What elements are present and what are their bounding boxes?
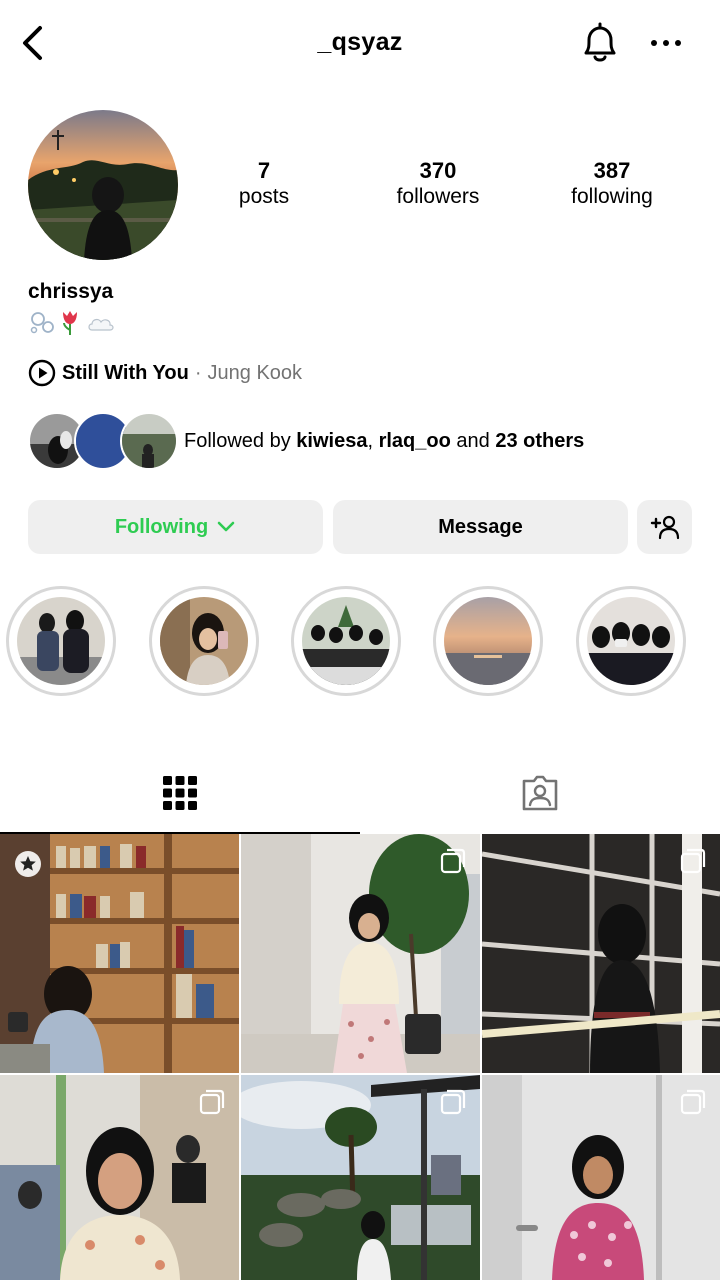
story-highlight[interactable] <box>576 586 686 696</box>
post-thumbnail[interactable] <box>241 1075 480 1280</box>
grid-icon <box>163 776 197 810</box>
profile-tabs <box>0 752 720 834</box>
pinned-icon <box>15 851 41 877</box>
tab-posts-grid[interactable] <box>0 752 360 834</box>
mutual-avatars <box>28 412 178 470</box>
followed-by-prefix: Followed by <box>184 429 291 452</box>
posts-count: 7 <box>257 158 271 183</box>
multiple-photos-icon <box>440 848 466 874</box>
story-highlight[interactable] <box>6 586 116 696</box>
song-title: Still With You <box>62 361 189 384</box>
song-separator: · <box>194 361 202 384</box>
mutual-followers[interactable]: Followed by kiwiesa, rlaq_oo and 23 othe… <box>28 412 708 470</box>
story-highlight[interactable] <box>433 586 543 696</box>
post-thumbnail[interactable] <box>482 834 720 1073</box>
post-thumbnail[interactable] <box>241 834 480 1073</box>
mutual-avatar <box>120 412 178 470</box>
multiple-photos-icon <box>199 1089 225 1115</box>
tagged-person-icon <box>522 775 558 811</box>
play-circle-icon <box>28 359 56 387</box>
followers-label: followers <box>396 185 480 208</box>
followers-stat[interactable]: 370 followers <box>368 158 508 210</box>
tulip-icon <box>63 311 77 335</box>
more-horizontal-icon <box>651 40 681 46</box>
display-name: chrissya <box>28 280 114 303</box>
multiple-photos-icon <box>680 1089 706 1115</box>
cloud-icon <box>88 318 114 331</box>
posts-grid <box>0 834 720 1280</box>
story-highlight[interactable] <box>149 586 259 696</box>
story-highlight[interactable] <box>291 586 401 696</box>
followed-by-and: and <box>456 429 490 452</box>
message-button[interactable]: Message <box>333 500 628 554</box>
followed-by-text: Followed by kiwiesa, rlaq_oo and 23 othe… <box>184 430 584 453</box>
following-label: following <box>571 185 653 208</box>
post-thumbnail[interactable] <box>0 834 239 1073</box>
following-count: 387 <box>593 158 631 183</box>
chevron-down-icon <box>217 521 235 532</box>
profile-avatar[interactable] <box>28 110 178 260</box>
following-button[interactable]: Following <box>28 500 323 554</box>
posts-stat[interactable]: 7 posts <box>194 158 334 210</box>
multiple-photos-icon <box>680 848 706 874</box>
notifications-button[interactable] <box>578 20 622 66</box>
bubbles-icon <box>30 312 54 334</box>
profile-music[interactable]: Still With You · Jung Kook <box>28 358 302 388</box>
song-artist: Jung Kook <box>207 361 303 384</box>
bell-icon <box>584 22 616 62</box>
followers-count: 370 <box>419 158 457 183</box>
multiple-photos-icon <box>440 1089 466 1115</box>
top-bar: _qsyaz <box>0 0 720 88</box>
mutual-others[interactable]: 23 others <box>495 430 584 452</box>
suggest-people-button[interactable] <box>637 500 692 554</box>
following-stat[interactable]: 387 following <box>542 158 682 210</box>
mutual-user-2[interactable]: rlaq_oo <box>379 430 451 452</box>
post-thumbnail[interactable] <box>0 1075 239 1280</box>
followed-by-comma: , <box>367 429 374 452</box>
bio <box>28 308 128 336</box>
tab-tagged[interactable] <box>360 752 720 834</box>
message-button-label: Message <box>438 515 523 538</box>
following-button-label: Following <box>114 515 209 538</box>
post-thumbnail[interactable] <box>482 1075 720 1280</box>
add-person-icon <box>650 515 679 540</box>
posts-label: posts <box>238 185 290 208</box>
more-options-button[interactable] <box>646 28 686 58</box>
mutual-user-1[interactable]: kiwiesa <box>296 430 367 452</box>
profile-page: _qsyaz 7 posts 370 followers 387 followi… <box>0 0 720 1280</box>
